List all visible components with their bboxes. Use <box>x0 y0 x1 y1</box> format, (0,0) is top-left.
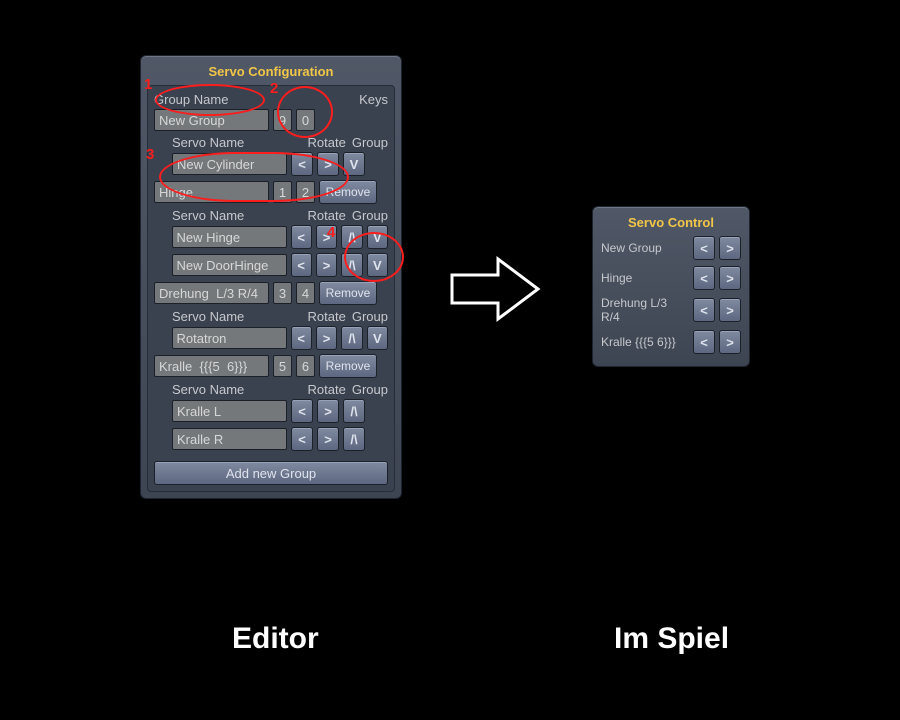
rotate-right-button[interactable]: > <box>316 253 337 277</box>
remove-group-button[interactable]: Remove <box>319 281 377 305</box>
control-right-button[interactable]: > <box>719 236 741 260</box>
servo-row: <>/\ <box>154 427 388 451</box>
control-row: Drehung L/3 R/4<> <box>601 296 741 324</box>
servo-row: <>/\V <box>154 326 388 350</box>
servo-name-input[interactable] <box>172 400 287 422</box>
panel-title: Servo Control <box>599 215 743 230</box>
rotate-header: Rotate <box>308 208 346 223</box>
group-down-button[interactable]: V <box>343 152 365 176</box>
group-down-button[interactable]: V <box>367 225 388 249</box>
key-left-input[interactable] <box>273 282 292 304</box>
control-left-button[interactable]: < <box>693 298 715 322</box>
group-down-button[interactable]: V <box>367 253 388 277</box>
rotate-right-button[interactable]: > <box>317 152 339 176</box>
servo-name-input[interactable] <box>172 254 287 276</box>
key-right-input[interactable] <box>296 282 315 304</box>
rotate-right-button[interactable]: > <box>317 399 339 423</box>
key-right-input[interactable] <box>296 181 315 203</box>
control-row-label: Drehung L/3 R/4 <box>601 296 689 324</box>
rotate-left-button[interactable]: < <box>291 253 312 277</box>
add-new-group-button[interactable]: Add new Group <box>154 461 388 485</box>
group-header: Group <box>352 208 388 223</box>
caption-im-spiel: Im Spiel <box>614 622 729 656</box>
rotate-header: Rotate <box>308 309 346 324</box>
key-right-input[interactable] <box>296 355 315 377</box>
servo-name-header: Servo Name <box>172 135 287 150</box>
rotate-right-button[interactable]: > <box>316 225 337 249</box>
servo-configuration-panel: Servo Configuration Group Name Keys Servo … <box>140 55 402 499</box>
servo-name-header: Servo Name <box>172 208 287 223</box>
servo-name-input[interactable] <box>172 226 287 248</box>
rotate-left-button[interactable]: < <box>291 326 312 350</box>
control-row-label: Kralle {{{5 6}}} <box>601 335 689 349</box>
panel-title: Servo Configuration <box>147 64 395 79</box>
group-row: Remove <box>154 354 388 378</box>
panel-body: New Group<>Hinge<>Drehung L/3 R/4<>Krall… <box>599 236 743 354</box>
group-header: Group <box>352 135 388 150</box>
servo-name-input[interactable] <box>172 153 287 175</box>
group-up-button[interactable]: /\ <box>341 225 362 249</box>
servo-row: <>/\V <box>154 253 388 277</box>
group-header: Group <box>352 309 388 324</box>
key-left-input[interactable] <box>273 109 292 131</box>
servo-row: <>/\V <box>154 225 388 249</box>
group-name-input[interactable] <box>154 109 269 131</box>
control-right-button[interactable]: > <box>719 266 741 290</box>
rotate-header: Rotate <box>308 135 346 150</box>
servo-name-header: Servo Name <box>172 309 287 324</box>
group-name-header: Group Name <box>154 92 269 107</box>
group-name-input[interactable] <box>154 181 269 203</box>
servo-control-panel: Servo Control New Group<>Hinge<>Drehung … <box>592 206 750 367</box>
rotate-left-button[interactable]: < <box>291 225 312 249</box>
key-left-input[interactable] <box>273 181 292 203</box>
rotate-header: Rotate <box>308 382 346 397</box>
group-up-button[interactable]: /\ <box>341 326 362 350</box>
control-row: New Group <> <box>601 236 741 260</box>
key-left-input[interactable] <box>273 355 292 377</box>
group-up-button[interactable]: /\ <box>343 399 365 423</box>
key-right-input[interactable] <box>296 109 315 131</box>
group-row <box>154 109 388 131</box>
group-header: Group <box>352 382 388 397</box>
arrow-icon <box>448 255 543 323</box>
group-row: Remove <box>154 281 388 305</box>
control-row-label: New Group <box>601 241 689 255</box>
servo-row: <>V <box>154 152 388 176</box>
servo-name-input[interactable] <box>172 428 287 450</box>
control-left-button[interactable]: < <box>693 236 715 260</box>
group-down-button[interactable]: V <box>367 326 388 350</box>
control-row: Hinge <> <box>601 266 741 290</box>
rotate-right-button[interactable]: > <box>317 427 339 451</box>
remove-group-button[interactable]: Remove <box>319 354 377 378</box>
servo-row: <>/\ <box>154 399 388 423</box>
panel-body: Group NameKeysServo NameRotateGroup<>VRe… <box>147 85 395 492</box>
rotate-left-button[interactable]: < <box>291 427 313 451</box>
group-up-button[interactable]: /\ <box>343 427 365 451</box>
control-left-button[interactable]: < <box>693 330 715 354</box>
rotate-right-button[interactable]: > <box>316 326 337 350</box>
servo-name-header: Servo Name <box>172 382 287 397</box>
control-row-label: Hinge <box>601 271 689 285</box>
group-name-input[interactable] <box>154 355 269 377</box>
group-name-input[interactable] <box>154 282 269 304</box>
control-left-button[interactable]: < <box>693 266 715 290</box>
control-right-button[interactable]: > <box>719 298 741 322</box>
caption-editor: Editor <box>232 622 319 656</box>
keys-header: Keys <box>359 92 388 107</box>
rotate-left-button[interactable]: < <box>291 399 313 423</box>
control-right-button[interactable]: > <box>719 330 741 354</box>
control-row: Kralle {{{5 6}}} <> <box>601 330 741 354</box>
remove-group-button[interactable]: Remove <box>319 180 377 204</box>
group-up-button[interactable]: /\ <box>341 253 362 277</box>
group-row: Remove <box>154 180 388 204</box>
servo-name-input[interactable] <box>172 327 287 349</box>
rotate-left-button[interactable]: < <box>291 152 313 176</box>
